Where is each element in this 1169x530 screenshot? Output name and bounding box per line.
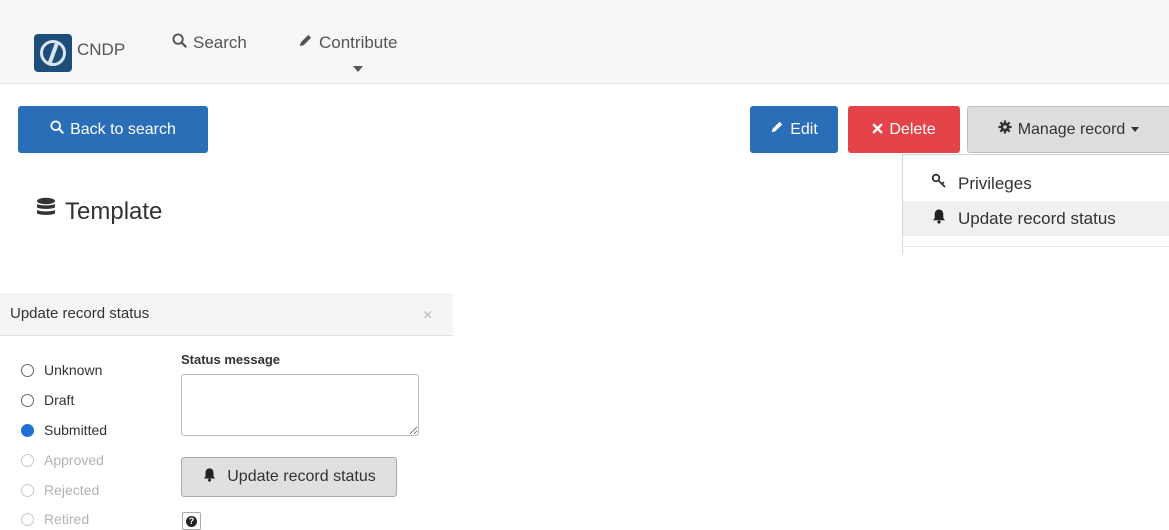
key-icon [931,173,947,194]
delete-label: Delete [889,120,936,138]
manage-record-button[interactable]: Manage record [967,106,1169,153]
status-option-unknown[interactable]: Unknown [21,360,102,380]
panel-title: Update record status [10,305,150,322]
radio-rejected [21,483,34,497]
delete-button[interactable]: Delete [848,106,960,153]
top-navbar: CNDP Search Contribute [0,0,1169,84]
status-option-submitted[interactable]: Submitted [21,420,107,440]
brand-link[interactable]: CNDP [34,31,125,72]
pencil-icon [770,120,784,139]
nav-search-link[interactable]: Search [172,33,247,53]
status-message-label: Status message [181,352,280,367]
close-icon [872,121,883,139]
status-option-approved: Approved [21,450,104,470]
radio-draft[interactable] [21,393,34,407]
gear-icon [998,120,1012,139]
radio-label: Retired [44,511,90,527]
radio-label: Approved [44,452,104,468]
radio-label: Unknown [44,362,103,378]
status-option-rejected: Rejected [21,480,99,500]
close-icon[interactable]: × [423,307,432,325]
edit-label: Edit [790,120,818,138]
radio-submitted[interactable] [21,423,34,437]
update-status-panel: Update record status × Unknown Draft Sub… [0,293,453,530]
question-circle-icon: ? [186,515,197,527]
search-icon [172,33,187,53]
menu-item-update-record-status[interactable]: Update record status [903,201,1169,236]
edit-button[interactable]: Edit [750,106,838,153]
back-to-search-button[interactable]: Back to search [18,106,208,153]
update-record-status-label: Update record status [227,468,376,485]
manage-record-dropdown: Privileges Update record status [902,154,1169,254]
radio-label: Draft [44,392,75,408]
brand-name: CNDP [77,39,126,59]
nav-search-label: Search [193,33,247,52]
database-icon [36,197,56,226]
radio-retired [21,512,34,526]
radio-approved [21,453,34,467]
chevron-down-icon [1131,127,1140,132]
menu-divider [903,246,1169,247]
status-option-retired: Retired [21,509,89,529]
bell-icon [202,467,217,487]
back-to-search-label: Back to search [70,120,176,138]
pencil-icon [298,33,313,53]
update-record-status-button[interactable]: Update record status [181,457,397,497]
page-title-text: Template [65,197,163,225]
cndp-logo [34,34,72,72]
panel-header: Update record status × [0,293,453,336]
bell-icon [931,208,947,229]
menu-item-privileges[interactable]: Privileges [903,166,1169,201]
search-icon [50,120,64,139]
radio-label: Rejected [44,482,100,498]
menu-item-label: Privileges [958,173,1032,193]
nav-contribute-label: Contribute [319,33,398,52]
radio-label: Submitted [44,422,108,438]
menu-item-label: Update record status [958,208,1116,228]
status-message-textarea[interactable] [181,374,419,436]
page-title: Template [36,197,162,226]
status-option-draft[interactable]: Draft [21,390,74,410]
radio-unknown[interactable] [21,363,34,377]
contribute-caret-icon[interactable] [353,66,363,72]
manage-record-label: Manage record [1017,120,1126,138]
nav-contribute-menu[interactable]: Contribute [298,33,397,53]
help-button[interactable]: ? [182,512,201,530]
